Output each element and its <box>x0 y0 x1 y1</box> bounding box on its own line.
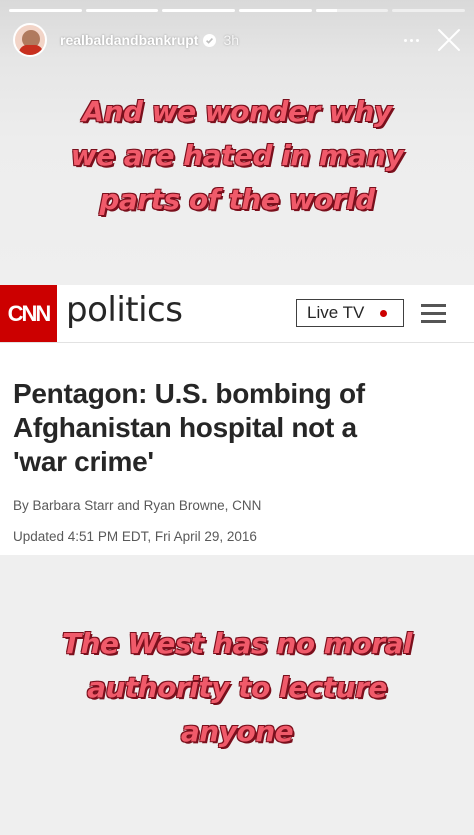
headline-line: Afghanistan hospital not a <box>13 412 357 443</box>
live-tv-button: Live TV <box>296 299 404 327</box>
story-viewer[interactable]: realbaldandbankrupt 3h And we wonder why… <box>0 0 474 835</box>
avatar[interactable] <box>13 23 47 57</box>
caption-top: And we wonder why we are hated in many p… <box>0 90 474 222</box>
caption-line: we are hated in many <box>70 139 404 172</box>
progress-segment <box>392 9 466 12</box>
progress-segment <box>239 9 312 12</box>
headline-line: 'war crime' <box>13 446 154 477</box>
article-headline: Pentagon: U.S. bombing of Afghanistan ho… <box>13 377 453 479</box>
progress-segment <box>162 9 236 12</box>
verified-badge-icon <box>203 33 217 47</box>
caption-line: anyone <box>180 715 294 748</box>
story-header: realbaldandbankrupt 3h <box>13 20 462 60</box>
caption-line: And we wonder why <box>82 95 392 128</box>
progress-segment-current <box>315 9 389 12</box>
live-dot-icon <box>380 309 388 317</box>
story-progress-bar <box>9 9 466 12</box>
more-options-icon[interactable] <box>398 30 424 50</box>
cnn-logo: CNN <box>0 285 57 342</box>
headline-line: Pentagon: U.S. bombing of <box>13 378 365 409</box>
progress-segment <box>85 9 159 12</box>
close-icon[interactable] <box>436 27 462 53</box>
menu-icon <box>421 304 446 323</box>
progress-segment <box>9 9 82 12</box>
section-title: politics <box>66 290 183 330</box>
post-time: 3h <box>223 32 240 48</box>
caption-line: authority to lecture <box>87 671 387 704</box>
caption-line: The West has no moral <box>61 627 413 660</box>
caption-bottom: The West has no moral authority to lectu… <box>0 622 474 754</box>
live-tv-label: Live TV <box>307 303 365 322</box>
article-byline: By Barbara Starr and Ryan Browne, CNN <box>13 498 262 513</box>
username[interactable]: realbaldandbankrupt <box>60 32 198 48</box>
article-updated: Updated 4:51 PM EDT, Fri April 29, 2016 <box>13 529 257 544</box>
cnn-header: CNN politics Live TV <box>0 285 474 343</box>
article-screenshot: CNN politics Live TV Pentagon: U.S. bomb… <box>0 285 474 555</box>
caption-line: parts of the world <box>99 183 375 216</box>
